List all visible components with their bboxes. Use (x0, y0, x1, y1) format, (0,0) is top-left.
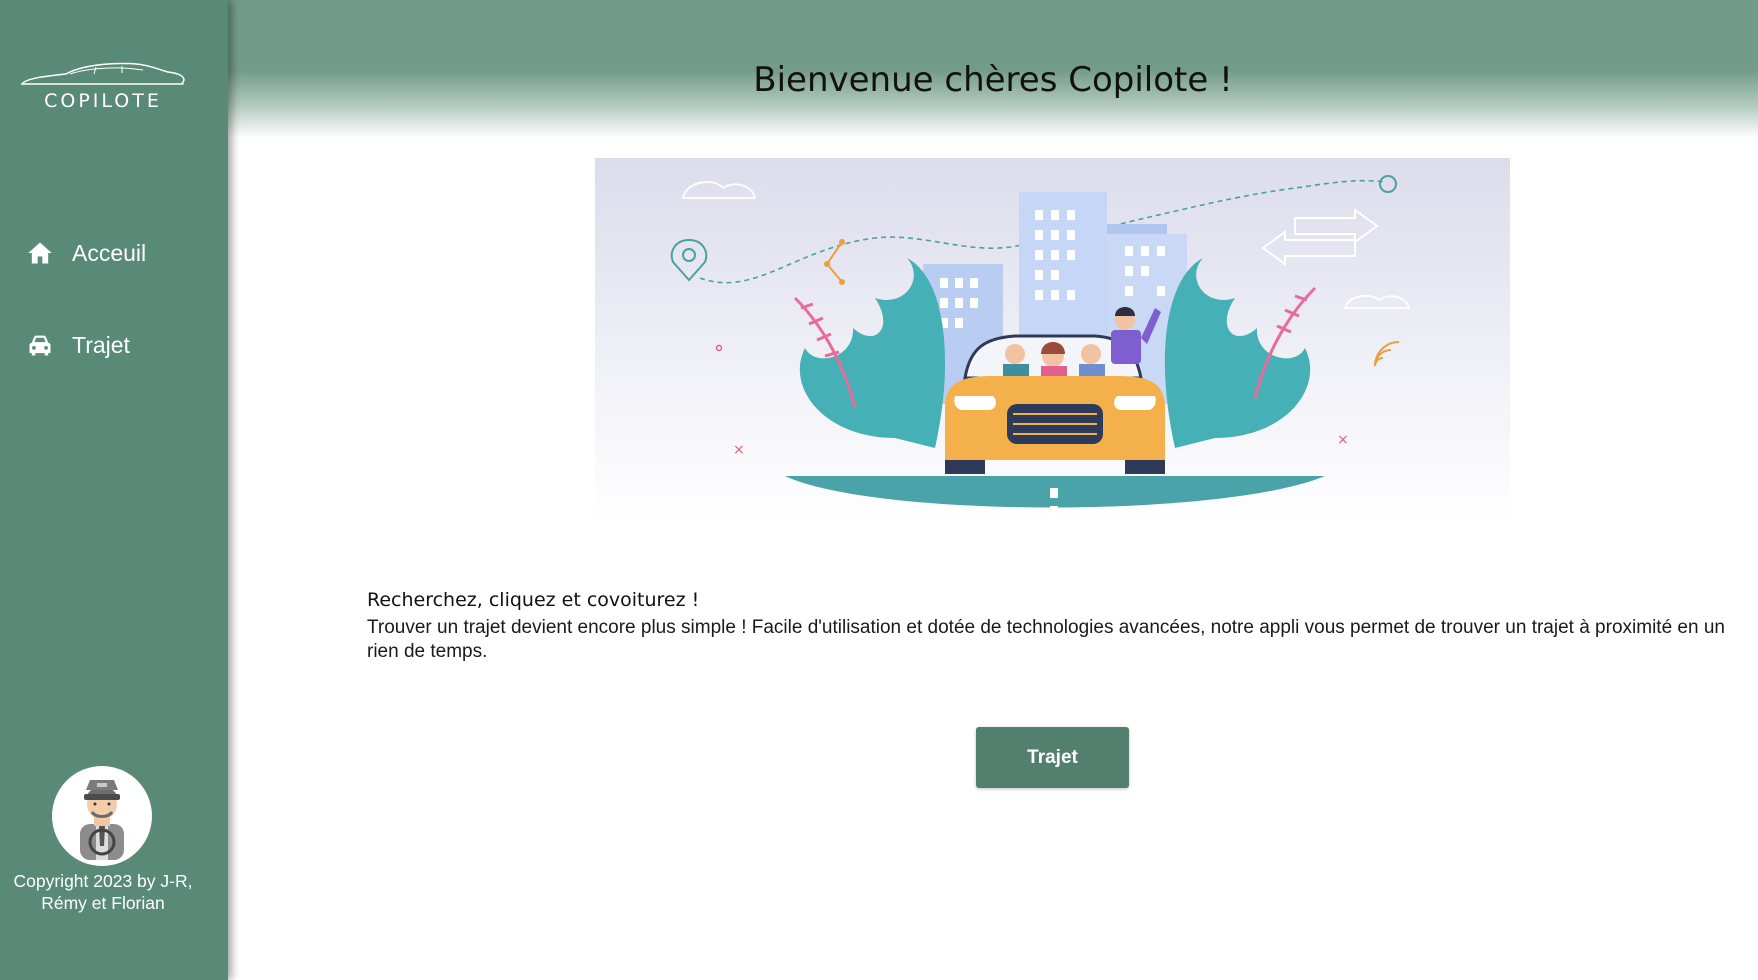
sidebar-item-trajet[interactable]: Trajet (26, 331, 130, 359)
copilote-logo[interactable]: COPILOTE (18, 58, 188, 112)
svg-text:×: × (733, 442, 745, 458)
sidebar-item-acceuil[interactable]: Acceuil (26, 239, 146, 267)
copyright-text: Copyright 2023 by J-R, Rémy et Florian (13, 871, 193, 913)
logo-text: COPILOTE (44, 90, 162, 112)
car-silhouette-icon (20, 62, 185, 85)
page-title: Bienvenue chères Copilote ! (753, 60, 1233, 100)
home-icon (28, 242, 52, 264)
driver-avatar-icon (80, 780, 124, 860)
carpool-illustration: × × (595, 158, 1510, 520)
trajet-button[interactable]: Trajet (976, 727, 1129, 788)
svg-text:×: × (1337, 432, 1349, 448)
hero-illustration: × × (595, 158, 1510, 520)
sidebar: COPILOTE Acceuil Trajet Copyright 2023 b… (0, 0, 228, 980)
sidebar-item-label: Trajet (72, 331, 130, 358)
car-icon (29, 335, 51, 356)
tagline: Recherchez, cliquez et covoiturez ! (367, 589, 700, 611)
sidebar-item-label: Acceuil (72, 239, 147, 266)
avatar[interactable] (52, 766, 152, 866)
description-text: Trouver un trajet devient encore plus si… (367, 617, 1725, 662)
